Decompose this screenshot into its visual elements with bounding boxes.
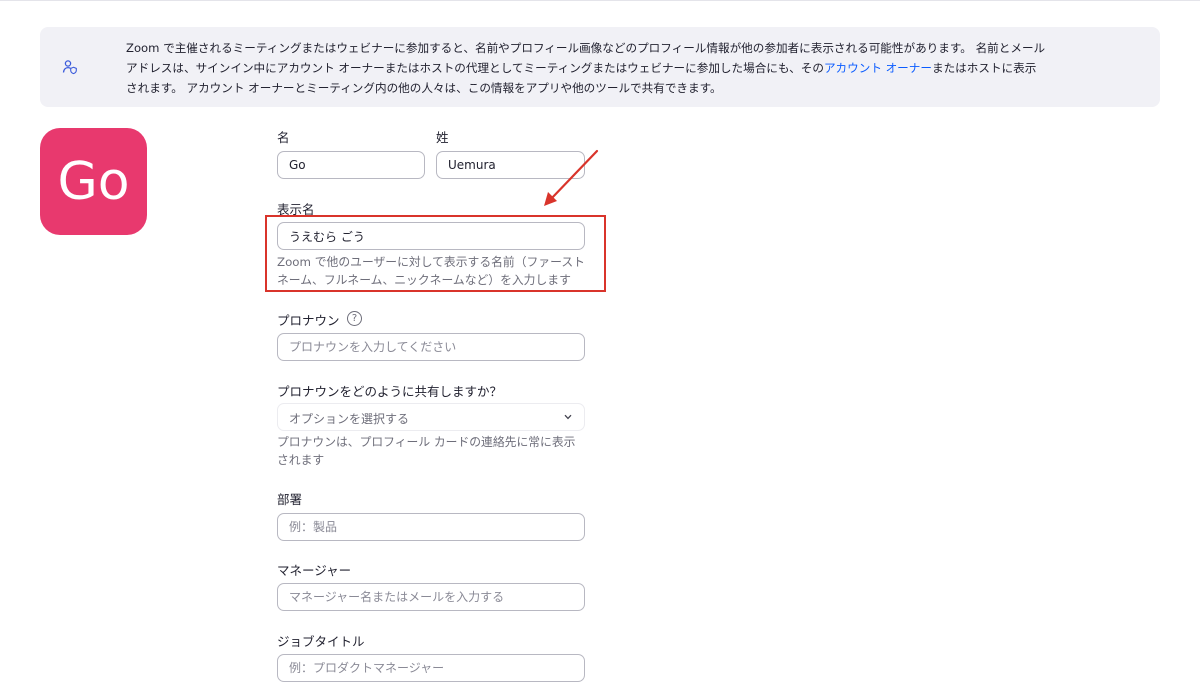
display-name-helper-line1: Zoom で他のユーザーに対して表示する名前（ファースト <box>277 255 585 269</box>
display-name-helper: Zoom で他のユーザーに対して表示する名前（ファースト ネーム、フルネーム、ニッ… <box>277 253 585 289</box>
pronoun-sharing-helper: プロナウンは、プロフィール カードの連絡先に常に表示 されます <box>277 433 575 469</box>
chevron-down-icon <box>564 414 572 420</box>
job-title-label: ジョブタイトル <box>277 634 365 649</box>
display-name-label: 表示名 <box>277 202 315 217</box>
pronoun-sharing-selected: オプションを選択する <box>289 412 410 426</box>
avatar-initials: Go <box>57 151 130 212</box>
manager-label: マネージャー <box>277 563 352 578</box>
user-shield-icon <box>62 60 77 75</box>
pronoun-sharing-helper-line1: プロナウンは、プロフィール カードの連絡先に常に表示 <box>277 435 576 449</box>
pronouns-label: プロナウン <box>277 313 340 328</box>
department-label: 部署 <box>277 492 303 507</box>
department-input[interactable] <box>277 513 585 541</box>
display-name-input[interactable] <box>277 222 585 250</box>
privacy-notice-banner: Zoom で主催されるミーティングまたはウェビナーに参加すると、名前やプロフィー… <box>40 27 1160 107</box>
pronoun-sharing-select[interactable]: オプションを選択する <box>277 403 585 431</box>
pronouns-input[interactable] <box>277 333 585 361</box>
pronoun-sharing-label: プロナウンをどのように共有しますか？ <box>277 384 503 399</box>
question-circle-icon[interactable]: ? <box>347 311 362 326</box>
last-name-label: 姓 <box>436 130 449 145</box>
first-name-label: 名 <box>277 130 290 145</box>
top-divider <box>0 0 1200 1</box>
pronoun-sharing-helper-line2: されます <box>277 453 325 467</box>
manager-input[interactable] <box>277 583 585 611</box>
first-name-input[interactable] <box>277 151 425 179</box>
privacy-notice-text: Zoom で主催されるミーティングまたはウェビナーに参加すると、名前やプロフィー… <box>126 38 1046 98</box>
display-name-helper-line2: ネーム、フルネーム、ニックネームなど）を入力します <box>277 273 571 287</box>
profile-avatar[interactable]: Go <box>40 128 147 235</box>
account-owner-link[interactable]: アカウント オーナー <box>824 61 932 75</box>
last-name-input[interactable] <box>436 151 585 179</box>
job-title-input[interactable] <box>277 654 585 682</box>
